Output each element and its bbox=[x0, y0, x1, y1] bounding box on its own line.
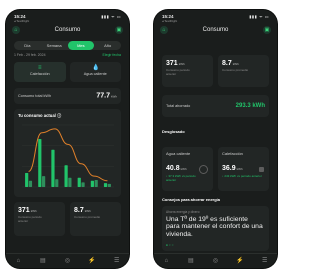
average-card: 8.7kWh Consumo promedio bbox=[218, 55, 269, 87]
chart-bar[interactable] bbox=[81, 182, 85, 187]
previous-period-card: 371kWh Consumo periodo anterior bbox=[14, 202, 65, 236]
status-bar: 15:24 ◂ TestFlight ▮▮▮ ᯤ ▭ bbox=[154, 10, 277, 23]
status-icons: ▮▮▮ ᯤ ▭ bbox=[249, 14, 269, 19]
category-heating-label: Calefacción bbox=[29, 72, 50, 76]
nav-list-icon[interactable]: ▤ bbox=[31, 254, 56, 268]
device-icon[interactable]: ▣ bbox=[115, 26, 123, 34]
chart-bar[interactable] bbox=[64, 165, 68, 187]
average-value: 8.7kWh bbox=[74, 207, 91, 214]
chart-bar[interactable] bbox=[28, 180, 33, 187]
average-caption: Consumo promedio bbox=[74, 215, 101, 219]
total-consumption-label: Consumo total kWh bbox=[18, 94, 52, 98]
category-heating[interactable]: ≡ Calefacción bbox=[14, 62, 66, 82]
chart-bar[interactable] bbox=[107, 183, 111, 187]
category-selector: ≡ Calefacción 💧 Agua caliente bbox=[14, 62, 121, 82]
page-title: Consumo bbox=[202, 27, 229, 33]
segment-day[interactable]: Día bbox=[14, 41, 41, 50]
previous-period-value: 371kWh bbox=[166, 60, 185, 67]
nav-home-icon[interactable]: ⌂ bbox=[6, 254, 31, 268]
bottom-nav: ⌂ ▤ ◎ ⚡ ☰ bbox=[154, 253, 277, 268]
breakdown-heating-caption: ↓ 243 kWh vs periodo anterior bbox=[222, 174, 262, 178]
status-bar: 15:24 ◂ TestFlight ▮▮▮ ᯤ ▭ bbox=[6, 10, 129, 23]
device-icon[interactable]: ▣ bbox=[263, 26, 271, 34]
breakdown-heating-value: 36.9kWh bbox=[222, 165, 243, 172]
average-card: 8.7kWh Consumo promedio bbox=[70, 202, 121, 236]
chart-bar[interactable] bbox=[51, 149, 55, 187]
status-back-app[interactable]: ◂ TestFlight bbox=[162, 19, 177, 23]
total-saved-row: Total ahorrado 293.3 kWh bbox=[162, 95, 269, 117]
chart-bar[interactable] bbox=[38, 138, 42, 187]
droplet-icon: 💧 bbox=[92, 65, 100, 71]
status-back-app[interactable]: ◂ TestFlight bbox=[14, 19, 29, 23]
chart-bar[interactable] bbox=[25, 173, 29, 187]
nav-target-icon[interactable]: ◎ bbox=[203, 254, 228, 268]
tip-tag: Ahorra energía y dinero bbox=[166, 210, 200, 214]
chart-bar[interactable] bbox=[55, 179, 59, 187]
nav-home-icon[interactable]: ⌂ bbox=[154, 254, 179, 268]
bottom-nav: ⌂ ▤ ◎ ⚡ ☰ bbox=[6, 253, 129, 268]
phone-screen-consumo-chart: 15:24 ◂ TestFlight ▮▮▮ ᯤ ▭ ⌂ Consumo ▣ D… bbox=[6, 10, 129, 268]
total-saved-value: 293.3 kWh bbox=[235, 103, 265, 109]
nav-target-icon[interactable]: ◎ bbox=[55, 254, 80, 268]
breakdown-heating-label: Calefacción bbox=[222, 151, 243, 156]
previous-period-value: 371kWh bbox=[18, 207, 37, 214]
page-title: Consumo bbox=[54, 27, 81, 33]
segment-year[interactable]: Año bbox=[94, 41, 121, 50]
previous-period-caption: Consumo periodo anterior bbox=[166, 68, 190, 76]
status-icons: ▮▮▮ ᯤ ▭ bbox=[101, 14, 121, 19]
square-icon bbox=[259, 167, 264, 172]
tip-card[interactable]: Ahorra energía y dinero Una Tª de 19º es… bbox=[162, 206, 269, 251]
date-range: 1 Feb - 29 feb. 2024 bbox=[14, 53, 46, 57]
consumption-chart-card: Tu consumo actual ⓘ bbox=[14, 109, 121, 197]
segment-month[interactable]: Mes bbox=[67, 41, 95, 50]
choose-date-link[interactable]: Elegir fecha bbox=[103, 53, 121, 57]
breakdown-hot-water-caption: ↓ 37.3 kWh vs periodo anterior bbox=[166, 174, 196, 182]
breakdown-title: Desglosado bbox=[162, 129, 185, 134]
chart-bar[interactable] bbox=[90, 180, 94, 187]
chart-bar[interactable] bbox=[42, 176, 46, 187]
nav-menu-icon[interactable]: ☰ bbox=[252, 254, 277, 268]
consumption-chart bbox=[22, 124, 114, 188]
breakdown-hot-water-card: Agua caliente 40.8kWh ↓ 37.3 kWh vs peri… bbox=[162, 147, 213, 191]
nav-energy-icon[interactable]: ⚡ bbox=[80, 254, 105, 268]
tip-text: Una Tª de 19º es suficiente para mantene… bbox=[166, 216, 263, 238]
total-consumption-value: 77.7kWh bbox=[96, 92, 117, 100]
breakdown-hot-water-value: 40.8kWh bbox=[166, 165, 187, 172]
date-range-row: 1 Feb - 29 feb. 2024 Elegir fecha bbox=[14, 53, 121, 57]
tips-title: Consejos para ahorrar energía bbox=[162, 197, 221, 202]
previous-period-card: 371kWh Consumo periodo anterior bbox=[162, 55, 213, 87]
nav-list-icon[interactable]: ▤ bbox=[179, 254, 204, 268]
total-saved-label: Total ahorrado bbox=[166, 104, 191, 108]
top-bar: ⌂ Consumo ▣ bbox=[154, 24, 277, 38]
total-consumption-row: Consumo total kWh 77.7kWh bbox=[14, 88, 121, 104]
chart-bar[interactable] bbox=[94, 180, 98, 187]
top-bar: ⌂ Consumo ▣ bbox=[6, 24, 129, 38]
radiator-icon: ≡ bbox=[37, 65, 42, 71]
segment-week[interactable]: Semana bbox=[41, 41, 68, 50]
average-caption: Consumo promedio bbox=[222, 68, 249, 72]
category-hot-water-label: Agua caliente bbox=[83, 72, 107, 76]
chart-bar[interactable] bbox=[68, 177, 72, 187]
nav-menu-icon[interactable]: ☰ bbox=[104, 254, 129, 268]
category-hot-water[interactable]: 💧 Agua caliente bbox=[69, 62, 121, 82]
chart-bar[interactable] bbox=[77, 177, 81, 187]
previous-period-caption: Consumo periodo anterior bbox=[18, 215, 42, 223]
phone-screen-consumo-details: 15:24 ◂ TestFlight ▮▮▮ ᯤ ▭ ⌂ Consumo ▣ 3… bbox=[154, 10, 277, 268]
nav-energy-icon[interactable]: ⚡ bbox=[228, 254, 253, 268]
ring-icon bbox=[199, 165, 208, 174]
tip-pager[interactable]: ● ○ ○ bbox=[166, 243, 174, 247]
average-value: 8.7kWh bbox=[222, 60, 239, 67]
breakdown-heating-card: Calefacción 36.9kWh ↓ 243 kWh vs periodo… bbox=[218, 147, 269, 191]
period-segmented-control: Día Semana Mes Año bbox=[14, 41, 121, 50]
breakdown-hot-water-label: Agua caliente bbox=[166, 151, 191, 156]
chart-bar[interactable] bbox=[103, 183, 108, 187]
